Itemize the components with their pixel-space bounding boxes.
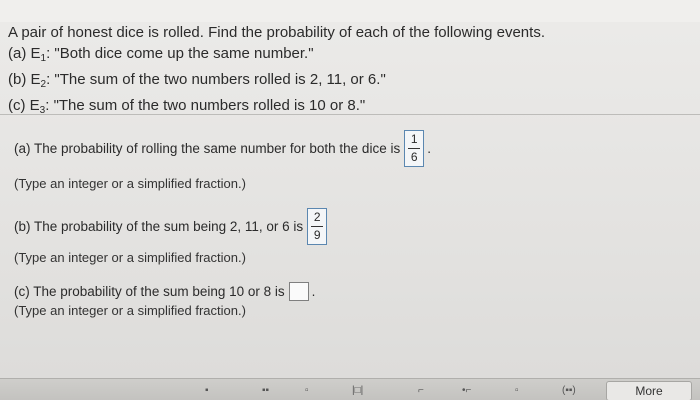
event-2: (b) E2: "The sum of the two numbers roll… [8, 71, 386, 90]
more-button[interactable]: More [606, 381, 692, 400]
question-b-text: (b) The probability of the sum being 2, … [14, 219, 304, 234]
hint-a: (Type an integer or a simplified fractio… [14, 176, 246, 191]
question-a-end: . [427, 141, 431, 156]
fraction-bar [408, 148, 421, 149]
toolbar-icon-2[interactable]: ▪▪ [262, 385, 269, 396]
question-a: (a) The probability of rolling the same … [14, 130, 431, 167]
toolbar-icon-5[interactable]: ⌐ [418, 385, 424, 396]
toolbar-icon-7[interactable]: ▫ [515, 385, 519, 396]
toolbar-icon-3[interactable]: ▫ [305, 385, 309, 396]
question-b: (b) The probability of the sum being 2, … [14, 208, 328, 245]
toolbar-icon-4[interactable]: |□| [352, 385, 363, 396]
question-screen: A pair of honest dice is rolled. Find th… [0, 0, 700, 400]
toolbar-icon-6[interactable]: •⌐ [462, 385, 471, 396]
answer-c-input[interactable] [288, 282, 309, 301]
toolbar-icon-8[interactable]: (▪▪) [562, 385, 576, 396]
problem-intro: A pair of honest dice is rolled. Find th… [8, 24, 545, 41]
problem-statement: A pair of honest dice is rolled. Find th… [8, 22, 608, 121]
question-c-text: (c) The probability of the sum being 10 … [14, 284, 285, 299]
event-1: (a) E1: "Both dice come up the same numb… [8, 45, 314, 64]
toolbar-icon-1[interactable]: ▪ [205, 385, 209, 396]
answer-b-denominator: 9 [313, 228, 321, 242]
hint-b: (Type an integer or a simplified fractio… [14, 250, 246, 265]
answer-a-denominator: 6 [410, 150, 418, 164]
hint-c: (Type an integer or a simplified fractio… [14, 303, 246, 318]
fraction-bar [311, 226, 324, 227]
question-c: (c) The probability of the sum being 10 … [14, 282, 315, 301]
event-3: (c) E3: "The sum of the two numbers roll… [8, 97, 366, 116]
answer-a-input[interactable]: 1 6 [404, 130, 425, 167]
question-c-end: . [311, 284, 316, 299]
question-a-text: (a) The probability of rolling the same … [14, 141, 401, 156]
section-divider [0, 114, 700, 115]
answer-b-numerator: 2 [313, 210, 321, 224]
math-toolbar: ▪ ▪▪ ▫ |□| ⌐ •⌐ ▫ (▪▪) More [0, 378, 700, 400]
answer-b-input[interactable]: 2 9 [307, 208, 328, 245]
top-strip [0, 0, 700, 22]
answer-a-numerator: 1 [410, 132, 418, 146]
